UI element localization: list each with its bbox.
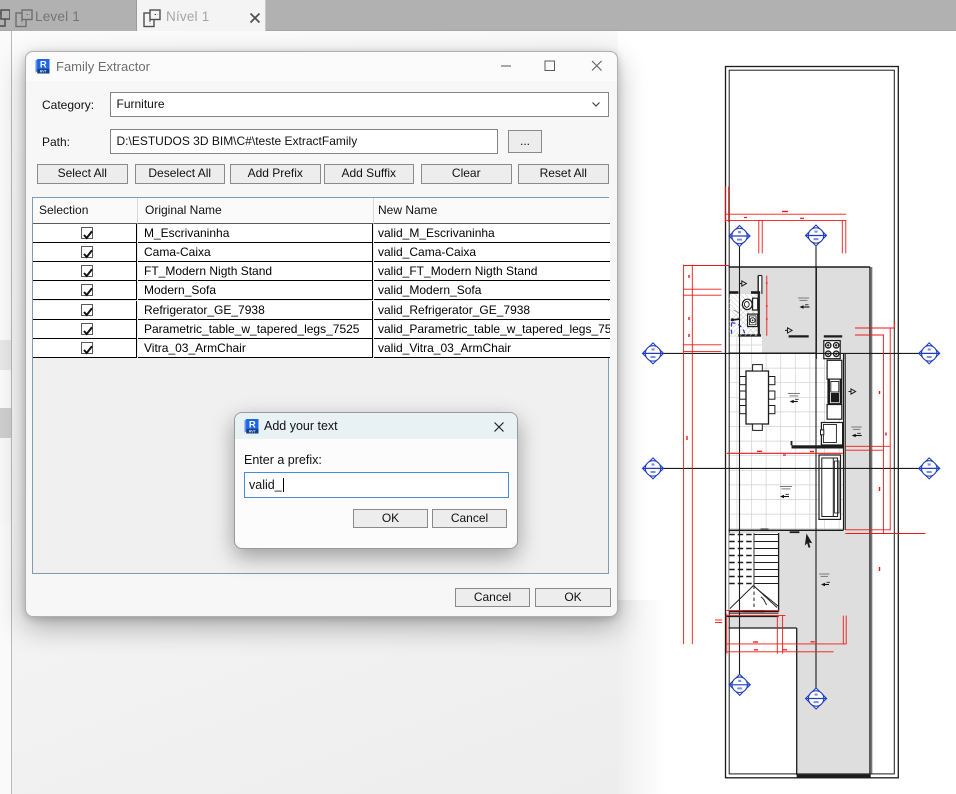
svg-text:RVT: RVT <box>40 70 48 74</box>
svg-text:RVT: RVT <box>249 430 257 434</box>
